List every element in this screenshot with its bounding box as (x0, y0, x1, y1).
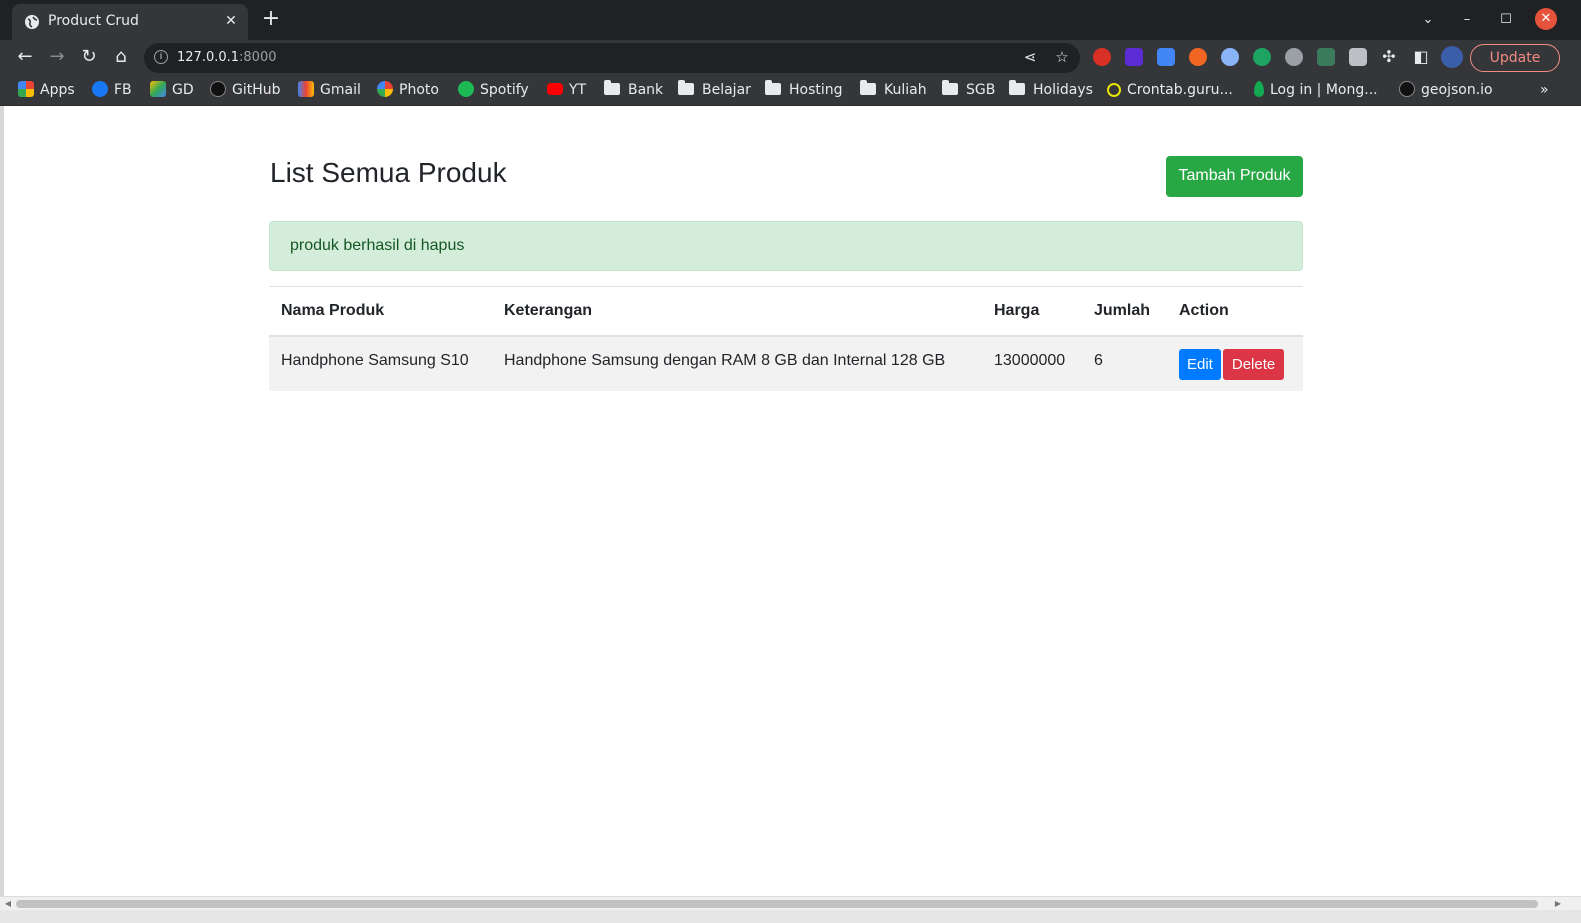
folder-icon (678, 80, 694, 95)
bookmark-gmail[interactable]: Gmail (298, 80, 361, 100)
bookmarks-bar: Apps FB GD GitHub Gmail Photo Spotify YT… (0, 74, 1581, 106)
cell-harga: 13000000 (982, 335, 1082, 391)
column-header-harga: Harga (982, 286, 1082, 337)
delete-button[interactable]: Delete (1222, 348, 1285, 380)
bookmark-folder-hosting[interactable]: Hosting (765, 80, 843, 100)
bookmark-folder-sgb[interactable]: SGB (942, 80, 995, 100)
apps-grid-icon (18, 81, 34, 97)
github-icon (210, 81, 226, 97)
share-icon[interactable]: ⋖ (1020, 48, 1040, 68)
bookmarks-overflow-icon[interactable]: » (1540, 80, 1549, 100)
scrollbar-thumb[interactable] (16, 900, 1538, 908)
tab-search-chevron-icon[interactable]: ⌄ (1416, 8, 1440, 32)
extension-green-icon[interactable] (1253, 48, 1271, 66)
extensions-puzzle-icon[interactable]: ✣ (1376, 44, 1402, 70)
google-drive-icon (150, 81, 166, 97)
bookmark-crontab[interactable]: Crontab.guru... (1107, 80, 1233, 100)
browser-toolbar: ← → ↻ ⌂ i 127.0.0.1:8000 ⋖ ☆ ✣ ◧ Update (0, 40, 1581, 74)
extension-orange-icon[interactable] (1189, 48, 1207, 66)
reload-icon[interactable]: ↻ (76, 44, 102, 70)
folder-icon (1009, 80, 1025, 95)
bottom-strip (0, 910, 1581, 923)
folder-icon (765, 80, 781, 95)
facebook-icon (92, 81, 108, 97)
tab-close-icon[interactable]: ✕ (222, 12, 240, 30)
bookmark-folder-holidays[interactable]: Holidays (1009, 80, 1093, 100)
extension-adblock-icon[interactable] (1093, 48, 1111, 66)
column-header-action: Action (1167, 286, 1303, 337)
bookmark-folder-kuliah[interactable]: Kuliah (860, 80, 927, 100)
geojson-icon (1399, 81, 1415, 97)
tab-strip: Product Crud ✕ + ⌄ – ☐ ✕ (0, 0, 1581, 40)
extension-image-icon[interactable] (1349, 48, 1367, 66)
success-alert: produk berhasil di hapus (269, 221, 1303, 271)
profile-avatar[interactable] (1441, 46, 1463, 68)
globe-icon (25, 15, 39, 29)
extension-landscape-icon[interactable] (1317, 48, 1335, 66)
gmail-icon (298, 81, 314, 97)
window-close-icon[interactable]: ✕ (1535, 8, 1557, 30)
table-row: Handphone Samsung S10 Handphone Samsung … (269, 335, 1303, 391)
cell-keterangan: Handphone Samsung dengan RAM 8 GB dan In… (492, 335, 982, 391)
extension-gray-icon[interactable] (1285, 48, 1303, 66)
url-text[interactable]: 127.0.0.1:8000 (177, 50, 277, 65)
bookmark-photo[interactable]: Photo (377, 80, 439, 100)
bookmark-folder-belajar[interactable]: Belajar (678, 80, 751, 100)
folder-icon (860, 80, 876, 95)
new-tab-button[interactable]: + (260, 8, 282, 31)
minimize-icon[interactable]: – (1455, 8, 1479, 32)
bookmark-yt[interactable]: YT (547, 80, 586, 100)
bookmark-spotify[interactable]: Spotify (458, 80, 529, 100)
extension-translate-icon[interactable] (1157, 48, 1175, 66)
bookmark-github[interactable]: GitHub (210, 80, 281, 100)
page-content: List Semua Produk Tambah Produk produk b… (4, 107, 1568, 897)
product-table: Nama Produk Keterangan Harga Jumlah Acti… (269, 286, 1303, 391)
youtube-icon (547, 83, 563, 95)
bookmark-geojson[interactable]: geojson.io (1399, 80, 1493, 100)
site-info-icon[interactable]: i (154, 50, 168, 64)
tab-title: Product Crud (48, 13, 139, 29)
table-header-row: Nama Produk Keterangan Harga Jumlah Acti… (269, 286, 1303, 337)
folder-icon (604, 80, 620, 95)
scroll-right-arrow-icon[interactable]: ▶ (1552, 898, 1564, 910)
spotify-icon (458, 81, 474, 97)
google-photos-icon (377, 81, 393, 97)
back-icon[interactable]: ← (12, 44, 38, 70)
cell-jumlah: 6 (1082, 335, 1167, 391)
forward-icon[interactable]: → (44, 44, 70, 70)
bookmark-fb[interactable]: FB (92, 80, 132, 100)
page-title: List Semua Produk (270, 157, 507, 188)
bookmark-folder-bank[interactable]: Bank (604, 80, 663, 100)
bookmark-apps[interactable]: Apps (18, 80, 75, 100)
extension-badge-icon[interactable] (1125, 48, 1143, 66)
folder-icon (942, 80, 958, 95)
bookmark-gd[interactable]: GD (150, 80, 194, 100)
side-panel-icon[interactable]: ◧ (1408, 44, 1434, 70)
address-bar[interactable]: i 127.0.0.1:8000 ⋖ ☆ (144, 43, 1080, 73)
mongodb-icon (1254, 81, 1264, 97)
edit-button[interactable]: Edit (1179, 348, 1221, 380)
scroll-left-arrow-icon[interactable]: ◀ (2, 898, 14, 910)
horizontal-scrollbar[interactable]: ◀ ▶ (0, 896, 1581, 910)
update-button[interactable]: Update (1470, 44, 1560, 72)
column-header-keterangan: Keterangan (492, 286, 982, 337)
extension-blue-circle-icon[interactable] (1221, 48, 1239, 66)
bookmark-mongodb[interactable]: Log in | Mong... (1254, 80, 1378, 100)
column-header-jumlah: Jumlah (1082, 286, 1167, 337)
maximize-icon[interactable]: ☐ (1494, 8, 1518, 32)
tab-product-crud[interactable]: Product Crud ✕ (12, 4, 248, 40)
column-header-nama: Nama Produk (269, 286, 492, 337)
cell-action: Edit Delete (1167, 335, 1303, 391)
cell-nama: Handphone Samsung S10 (269, 335, 492, 391)
crontab-icon (1107, 83, 1121, 97)
add-product-button[interactable]: Tambah Produk (1166, 156, 1303, 197)
bookmark-star-icon[interactable]: ☆ (1052, 48, 1072, 68)
home-icon[interactable]: ⌂ (108, 44, 134, 70)
